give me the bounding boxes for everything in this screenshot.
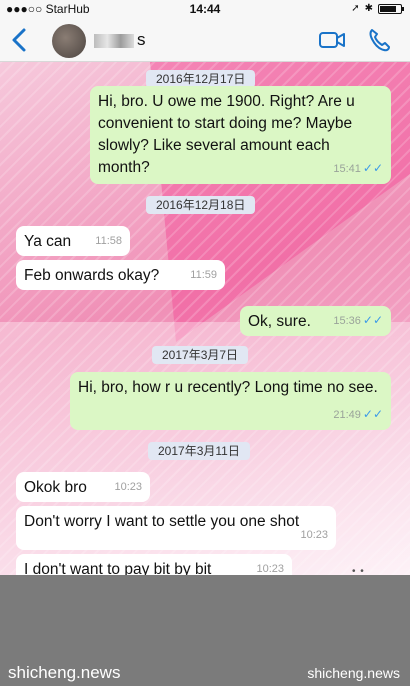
watermark-left: shicheng.news: [8, 663, 121, 682]
message-meta: 21:49 ✓✓: [333, 403, 383, 426]
incoming-message[interactable]: Don't worry I want to settle you one sho…: [16, 506, 336, 550]
avatar[interactable]: [52, 24, 86, 58]
message-text: Hi, bro, how r u recently? Long time no …: [78, 379, 378, 396]
ellipsis-icon: • •: [352, 566, 365, 577]
message-text: I don't want to pay bit by bit: [24, 561, 212, 575]
chevron-left-icon[interactable]: [8, 25, 32, 55]
status-bar: ●●●○○ StarHub 14:44 ➚ ✱: [0, 0, 410, 18]
message-time: 10:23: [256, 563, 284, 575]
outgoing-message[interactable]: Hi, bro, how r u recently? Long time no …: [70, 372, 391, 430]
message-text: Ya can: [24, 233, 72, 250]
video-camera-icon[interactable]: [318, 28, 346, 52]
chat-area[interactable]: 2016年12月17日 Hi, bro. U owe me 1900. Righ…: [0, 62, 410, 575]
incoming-message[interactable]: Ya can 11:58: [16, 226, 130, 256]
bluetooth-icon: ✱: [364, 3, 373, 14]
battery-icon: [378, 3, 404, 14]
date-separator: 2016年12月18日: [146, 196, 256, 214]
incoming-message[interactable]: Okok bro 10:23: [16, 472, 150, 502]
redacted-name-blur: [94, 33, 134, 48]
message-time: 11:58: [95, 235, 122, 247]
incoming-message[interactable]: I don't want to pay bit by bit 10:23: [16, 554, 292, 575]
message-text: Ok, sure.: [248, 313, 311, 330]
message-meta: 15:41 ✓✓: [333, 157, 383, 180]
message-time: 11:59: [190, 269, 217, 281]
date-separator: 2017年3月11日: [148, 442, 250, 460]
message-text: Don't worry I want to settle you one sho…: [24, 513, 300, 530]
date-separator: 2017年3月7日: [152, 346, 249, 364]
watermark-right: shicheng.news: [307, 665, 400, 681]
message-text: Hi, bro. U owe me 1900. Right? Are u con…: [98, 93, 355, 176]
message-text: Okok bro: [24, 479, 87, 496]
contact-name[interactable]: s: [94, 30, 147, 50]
message-text: Feb onwards okay?: [24, 267, 160, 284]
double-check-icon: ✓✓: [362, 161, 383, 175]
message-meta: 15:36 ✓✓: [333, 309, 383, 332]
message-time: 10:23: [114, 481, 142, 493]
incoming-message[interactable]: Feb onwards okay? 11:59: [16, 260, 225, 290]
message-time: 10:23: [300, 529, 328, 541]
location-icon: ➚: [351, 3, 360, 14]
double-check-icon: ✓✓: [362, 313, 383, 327]
phone-icon[interactable]: [367, 27, 391, 53]
outgoing-message[interactable]: Ok, sure. 15:36 ✓✓: [240, 306, 391, 336]
status-icons: ➚ ✱: [351, 3, 404, 14]
double-check-icon: ✓✓: [362, 407, 383, 421]
clock: 14:44: [189, 2, 221, 16]
outgoing-message[interactable]: Hi, bro. U owe me 1900. Right? Are u con…: [90, 86, 391, 184]
chat-header: s: [0, 18, 410, 62]
